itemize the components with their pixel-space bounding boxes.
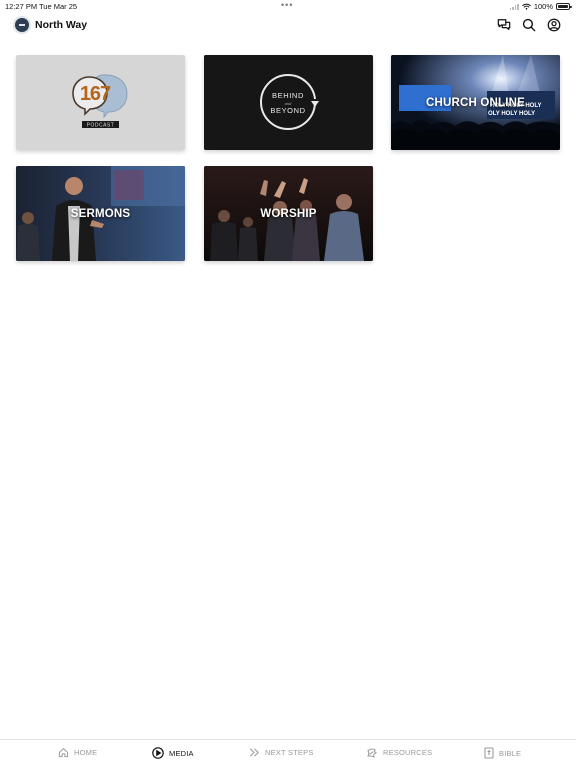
podcast-number: 167 — [80, 83, 111, 105]
wifi-icon — [522, 3, 531, 10]
double-chevron-icon — [249, 748, 259, 757]
podcast-card[interactable]: 167 PODCAST — [16, 55, 185, 150]
worship-label: WORSHIP — [260, 207, 317, 220]
status-right: 100% — [509, 2, 572, 11]
battery-icon — [556, 3, 572, 10]
tab-home[interactable]: HOME — [58, 747, 97, 758]
church-online-label: CHURCH ONLINE — [425, 96, 526, 109]
tab-resources-label: RESOURCES — [383, 748, 433, 757]
play-circle-icon — [152, 747, 164, 759]
tab-home-label: HOME — [74, 748, 98, 757]
behind-beyond-logo: BEHIND and BEYOND — [204, 55, 373, 150]
svg-text:BEYOND: BEYOND — [270, 106, 305, 115]
tab-resources[interactable]: RESOURCES — [366, 747, 432, 758]
status-bar: 12:27 PM Tue Mar 25 ••• 100% — [0, 0, 576, 12]
tab-bible-label: BIBLE — [499, 748, 522, 758]
svg-text:OLY HOLY HOLY: OLY HOLY HOLY — [488, 111, 535, 117]
tab-next-steps[interactable]: NEXT STEPS — [249, 747, 314, 758]
resources-icon — [367, 748, 377, 758]
sermons-label: SERMONS — [70, 207, 131, 220]
home-icon — [58, 748, 69, 758]
podcast-badge-text: PODCAST — [87, 123, 115, 129]
tab-media-label: MEDIA — [169, 748, 194, 758]
podcast-logo: 167 PODCAST — [72, 74, 128, 129]
app-title: North Way — [35, 19, 88, 31]
battery-percent: 100% — [533, 2, 553, 11]
account-icon[interactable] — [546, 17, 562, 33]
sermons-card[interactable]: SERMONS — [16, 166, 185, 261]
status-date: Tue Mar 25 — [39, 2, 78, 11]
worship-card[interactable]: WORSHIP — [204, 166, 373, 261]
signal-icon — [509, 3, 519, 10]
tab-bible[interactable]: BIBLE — [484, 747, 521, 759]
behind-and-beyond-card[interactable]: BEHIND and BEYOND — [204, 55, 373, 150]
chat-icon[interactable] — [496, 17, 512, 33]
status-time: 12:27 PM — [5, 2, 38, 11]
app-header: North Way — [0, 14, 576, 38]
multitasking-dots-icon[interactable]: ••• — [281, 1, 293, 10]
tab-next-steps-label: NEXT STEPS — [265, 748, 314, 757]
svg-text:BEHIND: BEHIND — [272, 91, 304, 100]
search-icon[interactable] — [521, 17, 537, 33]
church-online-card[interactable]: HOLY HOLY HOLY OLY HOLY HOLY CHURCH ONLI… — [391, 55, 560, 150]
tab-bar: HOME MEDIA NEXT STEPS RESOURCES BIBLE — [0, 739, 576, 768]
bible-icon — [484, 747, 494, 759]
north-way-logo[interactable] — [13, 16, 31, 34]
tab-media[interactable]: MEDIA — [152, 747, 194, 759]
